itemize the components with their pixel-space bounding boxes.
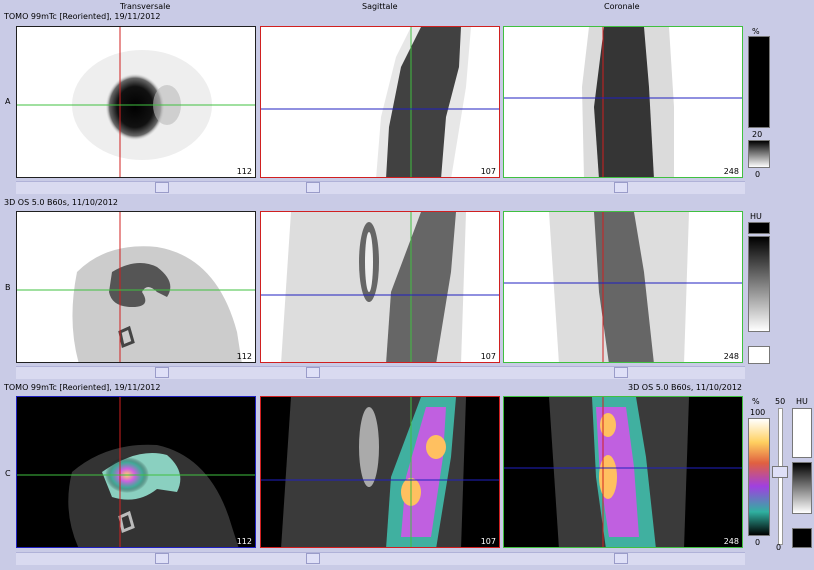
row-a-transversal-view[interactable]: 112 <box>16 26 256 178</box>
row-c-title-left: TOMO 99mTc [Reoriented], 19/11/2012 <box>4 383 161 392</box>
row-b-transversal-image <box>17 212 255 362</box>
row-c-hu-colorbar-top <box>792 408 812 458</box>
row-c-coronal-view[interactable]: 248 <box>503 396 743 548</box>
row-c-label: C <box>5 469 11 478</box>
row-a-colorbar-unit: % <box>752 27 760 36</box>
row-b-sagittal-slice: 107 <box>480 352 496 361</box>
row-a-label: A <box>5 97 11 106</box>
row-b-coronal-slice: 248 <box>723 352 739 361</box>
row-a-sagittal-view[interactable]: 107 <box>260 26 500 178</box>
row-b-transversal-slice: 112 <box>236 352 252 361</box>
row-b-coronal-scroll-thumb[interactable] <box>614 367 628 378</box>
row-c-slider-label: 50 <box>775 397 786 406</box>
row-a-coronal-scroll-thumb[interactable] <box>614 182 628 193</box>
row-c-colorbar-gradient <box>748 418 770 536</box>
row-a-colorbar-mid: 20 <box>752 130 763 139</box>
row-c-coronal-slice: 248 <box>723 537 739 546</box>
row-c-transversal-scroll-thumb[interactable] <box>155 553 169 564</box>
row-a-sagittal-image <box>261 27 499 177</box>
row-b-sagittal-image <box>261 212 499 362</box>
row-a-coronal-image <box>504 27 742 177</box>
row-c-hu-colorbar-gradient <box>792 462 812 514</box>
header-coronale: Coronale <box>604 2 640 11</box>
row-a-colorbar <box>748 36 770 128</box>
row-b-colorbar-gradient <box>748 236 770 332</box>
row-c-colorbar-unit: % <box>752 397 760 406</box>
row-c-colorbar-top: 100 <box>750 408 766 417</box>
row-a-sagittal-scroll-thumb[interactable] <box>306 182 320 193</box>
row-c-sagittal-view[interactable]: 107 <box>260 396 500 548</box>
header-transversale: Transversale <box>120 2 171 11</box>
row-b-colorbar-bottom <box>748 346 770 364</box>
row-a-scroll-track[interactable] <box>16 181 745 194</box>
row-b-label: B <box>5 283 11 292</box>
row-b-scroll-track[interactable] <box>16 366 745 379</box>
row-c-transversal-slice: 112 <box>236 537 252 546</box>
row-b-sagittal-view[interactable]: 107 <box>260 211 500 363</box>
row-c-colorbar-unit2: HU <box>796 397 808 406</box>
row-c-colorbar-low: 0 <box>755 538 761 547</box>
row-c-sagittal-scroll-thumb[interactable] <box>306 553 320 564</box>
row-b-coronal-image <box>504 212 742 362</box>
row-a-sagittal-slice: 107 <box>480 167 496 176</box>
row-b-transversal-view[interactable]: 112 <box>16 211 256 363</box>
row-c-slider-low: 0 <box>776 543 782 552</box>
row-c-blend-slider-thumb[interactable] <box>772 466 788 478</box>
row-b-coronal-view[interactable]: 248 <box>503 211 743 363</box>
row-a-transversal-slice: 112 <box>236 167 252 176</box>
row-c-coronal-scroll-thumb[interactable] <box>614 553 628 564</box>
row-c-title-right: 3D OS 5.0 B60s, 11/10/2012 <box>628 383 743 392</box>
header-sagittale: Sagittale <box>362 2 398 11</box>
row-a-title: TOMO 99mTc [Reoriented], 19/11/2012 <box>4 12 161 21</box>
row-c-transversal-image <box>17 397 255 547</box>
row-a-coronal-view[interactable]: 248 <box>503 26 743 178</box>
row-b-colorbar-unit: HU <box>750 212 762 221</box>
row-b-title: 3D OS 5.0 B60s, 11/10/2012 <box>4 198 119 207</box>
row-a-colorbar-low: 0 <box>755 170 761 179</box>
row-b-transversal-scroll-thumb[interactable] <box>155 367 169 378</box>
row-c-transversal-view[interactable]: 112 <box>16 396 256 548</box>
row-b-sagittal-scroll-thumb[interactable] <box>306 367 320 378</box>
row-c-hu-colorbar-bottom <box>792 528 812 548</box>
row-c-coronal-image <box>504 397 742 547</box>
row-c-scroll-track[interactable] <box>16 552 745 565</box>
row-b-colorbar-top <box>748 222 770 234</box>
row-a-transversal-image <box>17 27 255 177</box>
row-a-transversal-scroll-thumb[interactable] <box>155 182 169 193</box>
row-a-colorbar-gradient <box>748 140 770 168</box>
row-c-sagittal-image <box>261 397 499 547</box>
row-c-sagittal-slice: 107 <box>480 537 496 546</box>
row-a-coronal-slice: 248 <box>723 167 739 176</box>
